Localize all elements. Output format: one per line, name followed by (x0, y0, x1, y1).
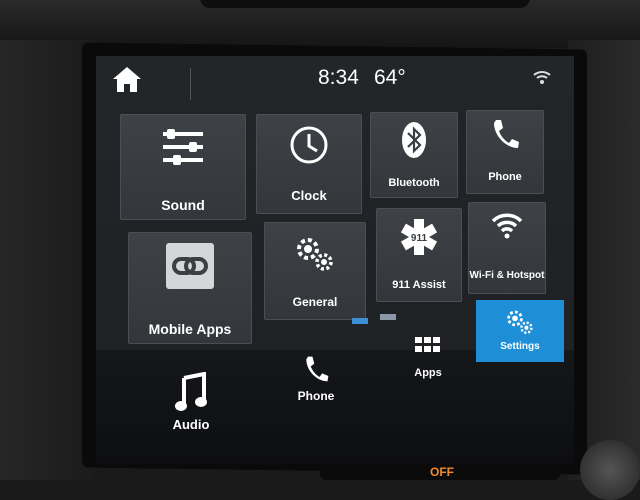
app-tile-label: 911 Assist (392, 279, 446, 291)
control-knob[interactable] (580, 440, 640, 500)
status-bar: 8:34 64° (96, 56, 574, 102)
phone-icon (306, 356, 329, 382)
page-dot-2[interactable] (380, 314, 396, 320)
air-vent (200, 0, 530, 8)
infotainment-screen: 8:34 64° Sound Clock Bluetooth Phone Mob… (96, 56, 574, 464)
app-tile-label: Phone (488, 171, 522, 183)
app-tile-label: Clock (291, 188, 327, 203)
app-tile-label: Wi-Fi & Hotspot (469, 270, 545, 281)
status-divider (190, 68, 191, 100)
mobile-apps-badge (166, 243, 214, 289)
page-dot-1[interactable] (352, 318, 368, 324)
home-icon (113, 67, 141, 92)
app-tile-clock[interactable]: Clock (256, 114, 362, 214)
phone-icon (494, 120, 519, 148)
app-tile-label: Mobile Apps (148, 321, 232, 337)
sliders-icon (163, 129, 203, 165)
assist-badge-text: 911 (411, 233, 428, 244)
apps-grid-icon (415, 337, 440, 352)
app-tile-general[interactable]: General (264, 222, 366, 320)
gears-icon (297, 238, 333, 271)
dashboard-trim (0, 0, 640, 48)
clock-icon (290, 126, 328, 164)
nav-phone-button[interactable]: Phone (286, 354, 346, 403)
app-tile-911-assist[interactable]: 911 911 Assist (376, 208, 462, 302)
app-tile-wifi-hotspot[interactable]: Wi-Fi & Hotspot (468, 202, 546, 294)
app-tile-bluetooth[interactable]: Bluetooth (370, 112, 458, 198)
link-icon (172, 257, 208, 275)
app-tile-label: Bluetooth (388, 177, 440, 189)
wifi-icon (491, 213, 523, 239)
bluetooth-icon (402, 122, 426, 158)
home-button[interactable] (110, 64, 191, 100)
bottom-nav-bar: Audio Phone Apps Settings (96, 300, 574, 464)
outside-temperature: 64° (374, 66, 406, 89)
nav-apps-button[interactable]: Apps (398, 336, 458, 379)
left-trim (0, 40, 95, 480)
music-note-icon (175, 371, 207, 411)
nav-settings-button[interactable]: Settings (476, 300, 564, 362)
app-tile-sound[interactable]: Sound (120, 114, 246, 220)
app-tile-phone[interactable]: Phone (466, 110, 544, 194)
climate-off-label: OFF (430, 465, 454, 479)
star-of-life-icon: 911 (400, 219, 438, 255)
gears-icon (507, 310, 533, 334)
wifi-status-icon (533, 71, 551, 84)
nav-apps-label: Apps (414, 367, 442, 379)
app-tile-label: Sound (161, 197, 205, 213)
app-tile-mobile-apps[interactable]: Mobile Apps (128, 232, 252, 344)
nav-settings-label: Settings (500, 341, 540, 352)
nav-audio-label: Audio (172, 417, 210, 432)
nav-phone-label: Phone (297, 389, 335, 403)
clock-time: 8:34 (318, 66, 359, 89)
app-tile-label: General (292, 295, 338, 309)
nav-audio-button[interactable]: Audio (156, 371, 226, 432)
